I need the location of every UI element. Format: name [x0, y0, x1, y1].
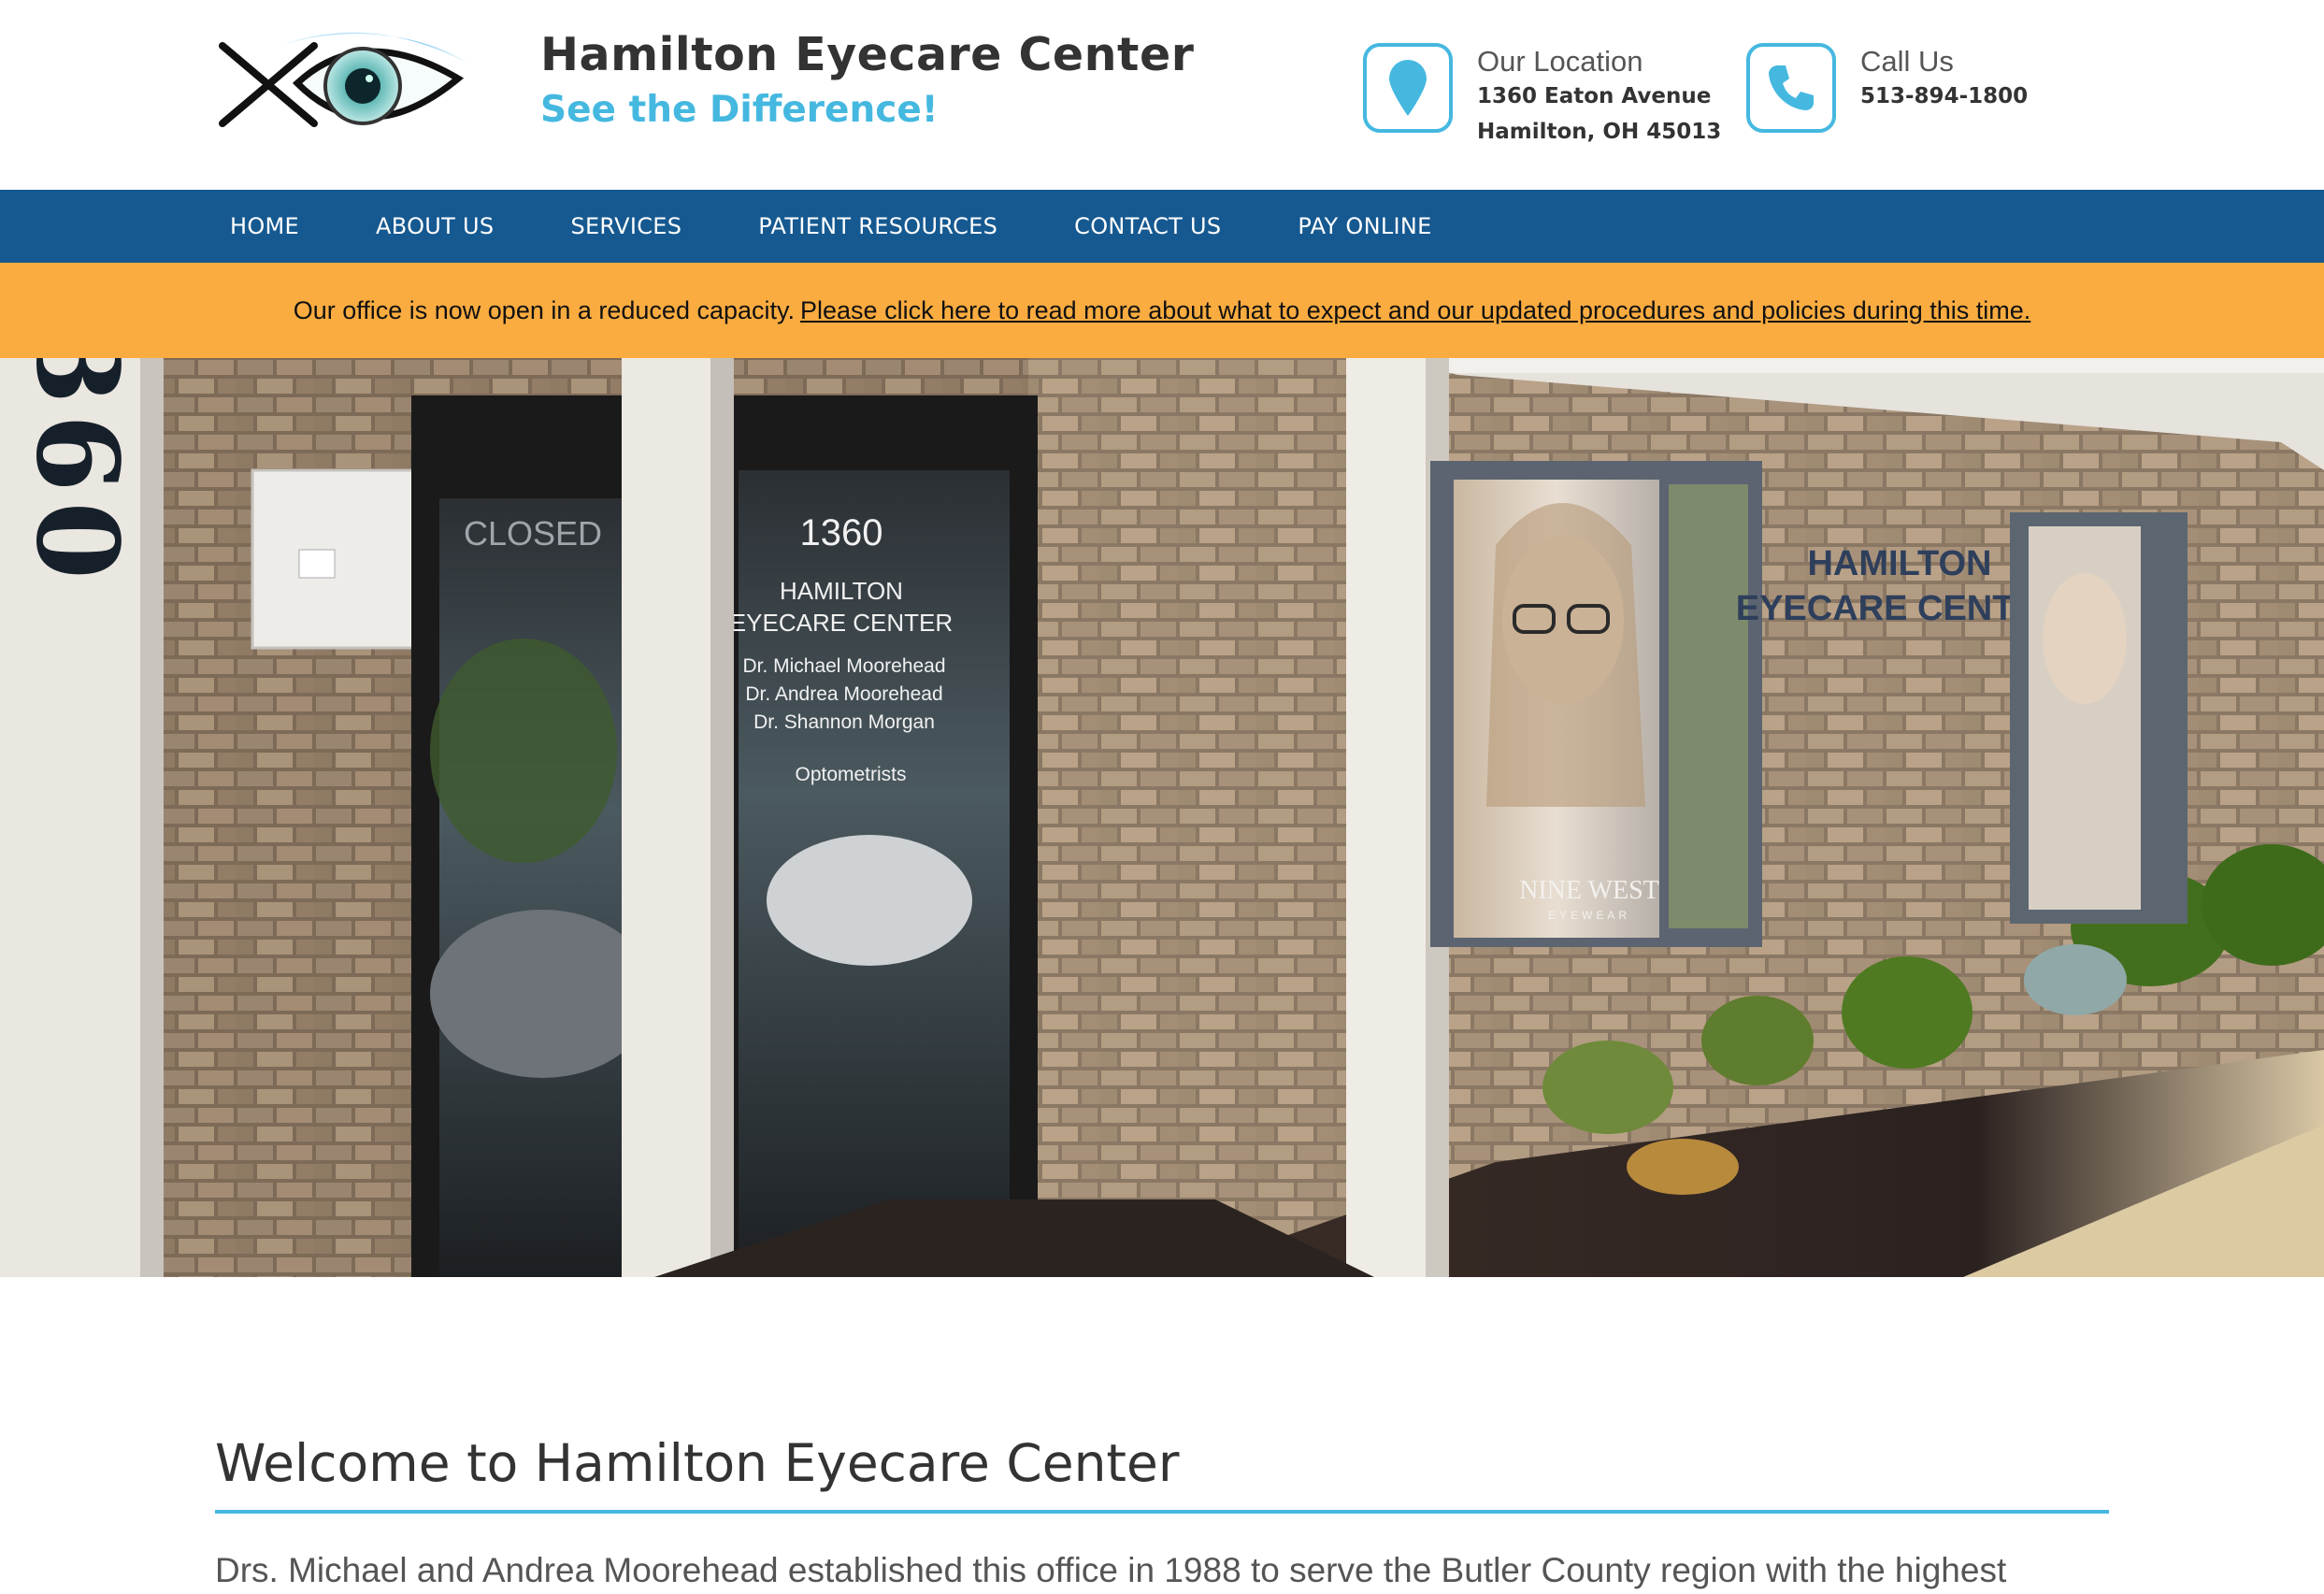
phone-block: Call Us 513-894-1800: [1746, 43, 2028, 133]
building-number: 1360: [11, 358, 143, 589]
phone-number[interactable]: 513-894-1800: [1860, 79, 2028, 114]
poster-brand: NINE WEST: [1519, 876, 1659, 905]
hero-image: 1360 CLOSED 1360 HAMILTON EYECARE CENTER…: [0, 358, 2324, 1277]
location-label: Our Location: [1477, 45, 1643, 78]
welcome-heading: Welcome to Hamilton Eyecare Center: [215, 1433, 2109, 1514]
nav-home[interactable]: HOME: [230, 213, 299, 239]
closed-sign: CLOSED: [464, 514, 602, 553]
welcome-section: Welcome to Hamilton Eyecare Center Drs. …: [0, 1277, 2324, 1590]
phone-label: Call Us: [1860, 45, 1954, 78]
door-footer: Optometrists: [795, 764, 906, 785]
map-pin-icon: [1363, 43, 1453, 133]
wall-sign-line-1: HAMILTON: [1807, 544, 1991, 583]
door-sign-line-2: EYECARE CENTER: [730, 609, 953, 637]
eye-logo-icon[interactable]: [213, 13, 475, 153]
poster-subtitle: EYEWEAR: [1548, 909, 1630, 922]
nav-about-us[interactable]: ABOUT US: [376, 213, 494, 239]
nav-pay-online[interactable]: PAY ONLINE: [1298, 213, 1431, 239]
brand: Hamilton Eyecare Center See the Differen…: [540, 28, 1194, 131]
door-doctor-3: Dr. Shannon Morgan: [753, 711, 935, 733]
main-nav: HOME ABOUT US SERVICES PATIENT RESOURCES…: [0, 190, 2324, 263]
welcome-body: Drs. Michael and Andrea Moorehead establ…: [215, 1551, 2007, 1589]
nav-services[interactable]: SERVICES: [570, 213, 681, 239]
address-line-1: 1360 Eaton Avenue: [1477, 84, 1712, 108]
notice-text: Our office is now open in a reduced capa…: [293, 295, 796, 324]
door-sign-line-1: HAMILTON: [780, 577, 903, 605]
address-line-2: Hamilton, OH 45013: [1477, 120, 1722, 144]
phone-icon: [1746, 43, 1836, 133]
site-header: Hamilton Eyecare Center See the Differen…: [0, 0, 2324, 190]
door-number: 1360: [800, 512, 883, 553]
notice-link[interactable]: Please click here to read more about wha…: [800, 296, 2030, 325]
site-tagline: See the Difference!: [540, 89, 939, 131]
site-title[interactable]: Hamilton Eyecare Center: [540, 28, 1194, 81]
nav-contact-us[interactable]: CONTACT US: [1074, 213, 1221, 239]
nav-patient-resources[interactable]: PATIENT RESOURCES: [758, 213, 997, 239]
door-doctor-1: Dr. Michael Moorehead: [742, 655, 945, 677]
notice-banner: Our office is now open in a reduced capa…: [0, 263, 2324, 358]
door-doctor-2: Dr. Andrea Moorehead: [745, 683, 942, 705]
location-block: Our Location 1360 Eaton Avenue Hamilton,…: [1363, 43, 1721, 150]
